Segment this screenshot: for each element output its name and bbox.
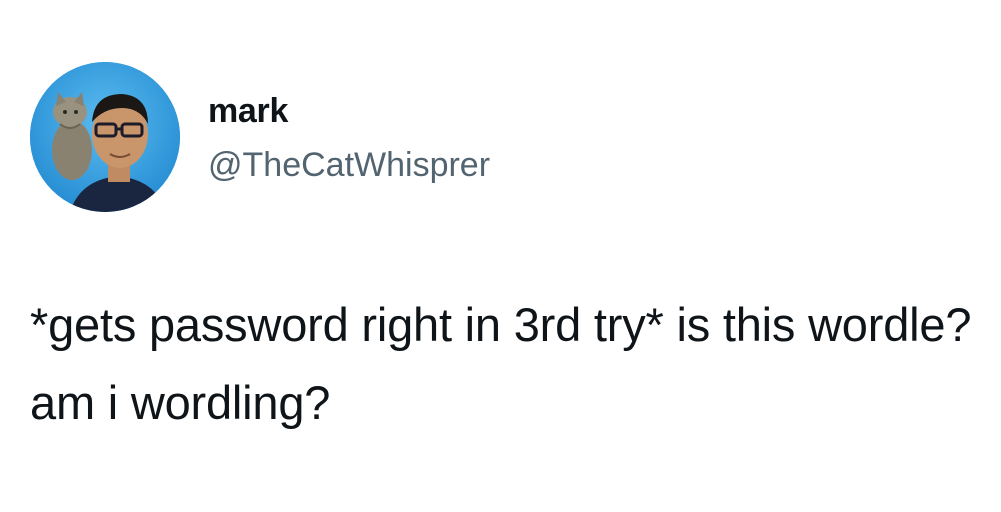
author-handle[interactable]: @TheCatWhisprer [208,148,490,182]
author-name[interactable]: mark [208,94,288,128]
tweet-card: mark @TheCatWhisprer *gets password righ… [0,0,1001,512]
tweet-text: *gets password right in 3rd try* is this… [30,298,972,429]
avatar-photo [30,62,180,212]
avatar[interactable] [30,62,180,212]
